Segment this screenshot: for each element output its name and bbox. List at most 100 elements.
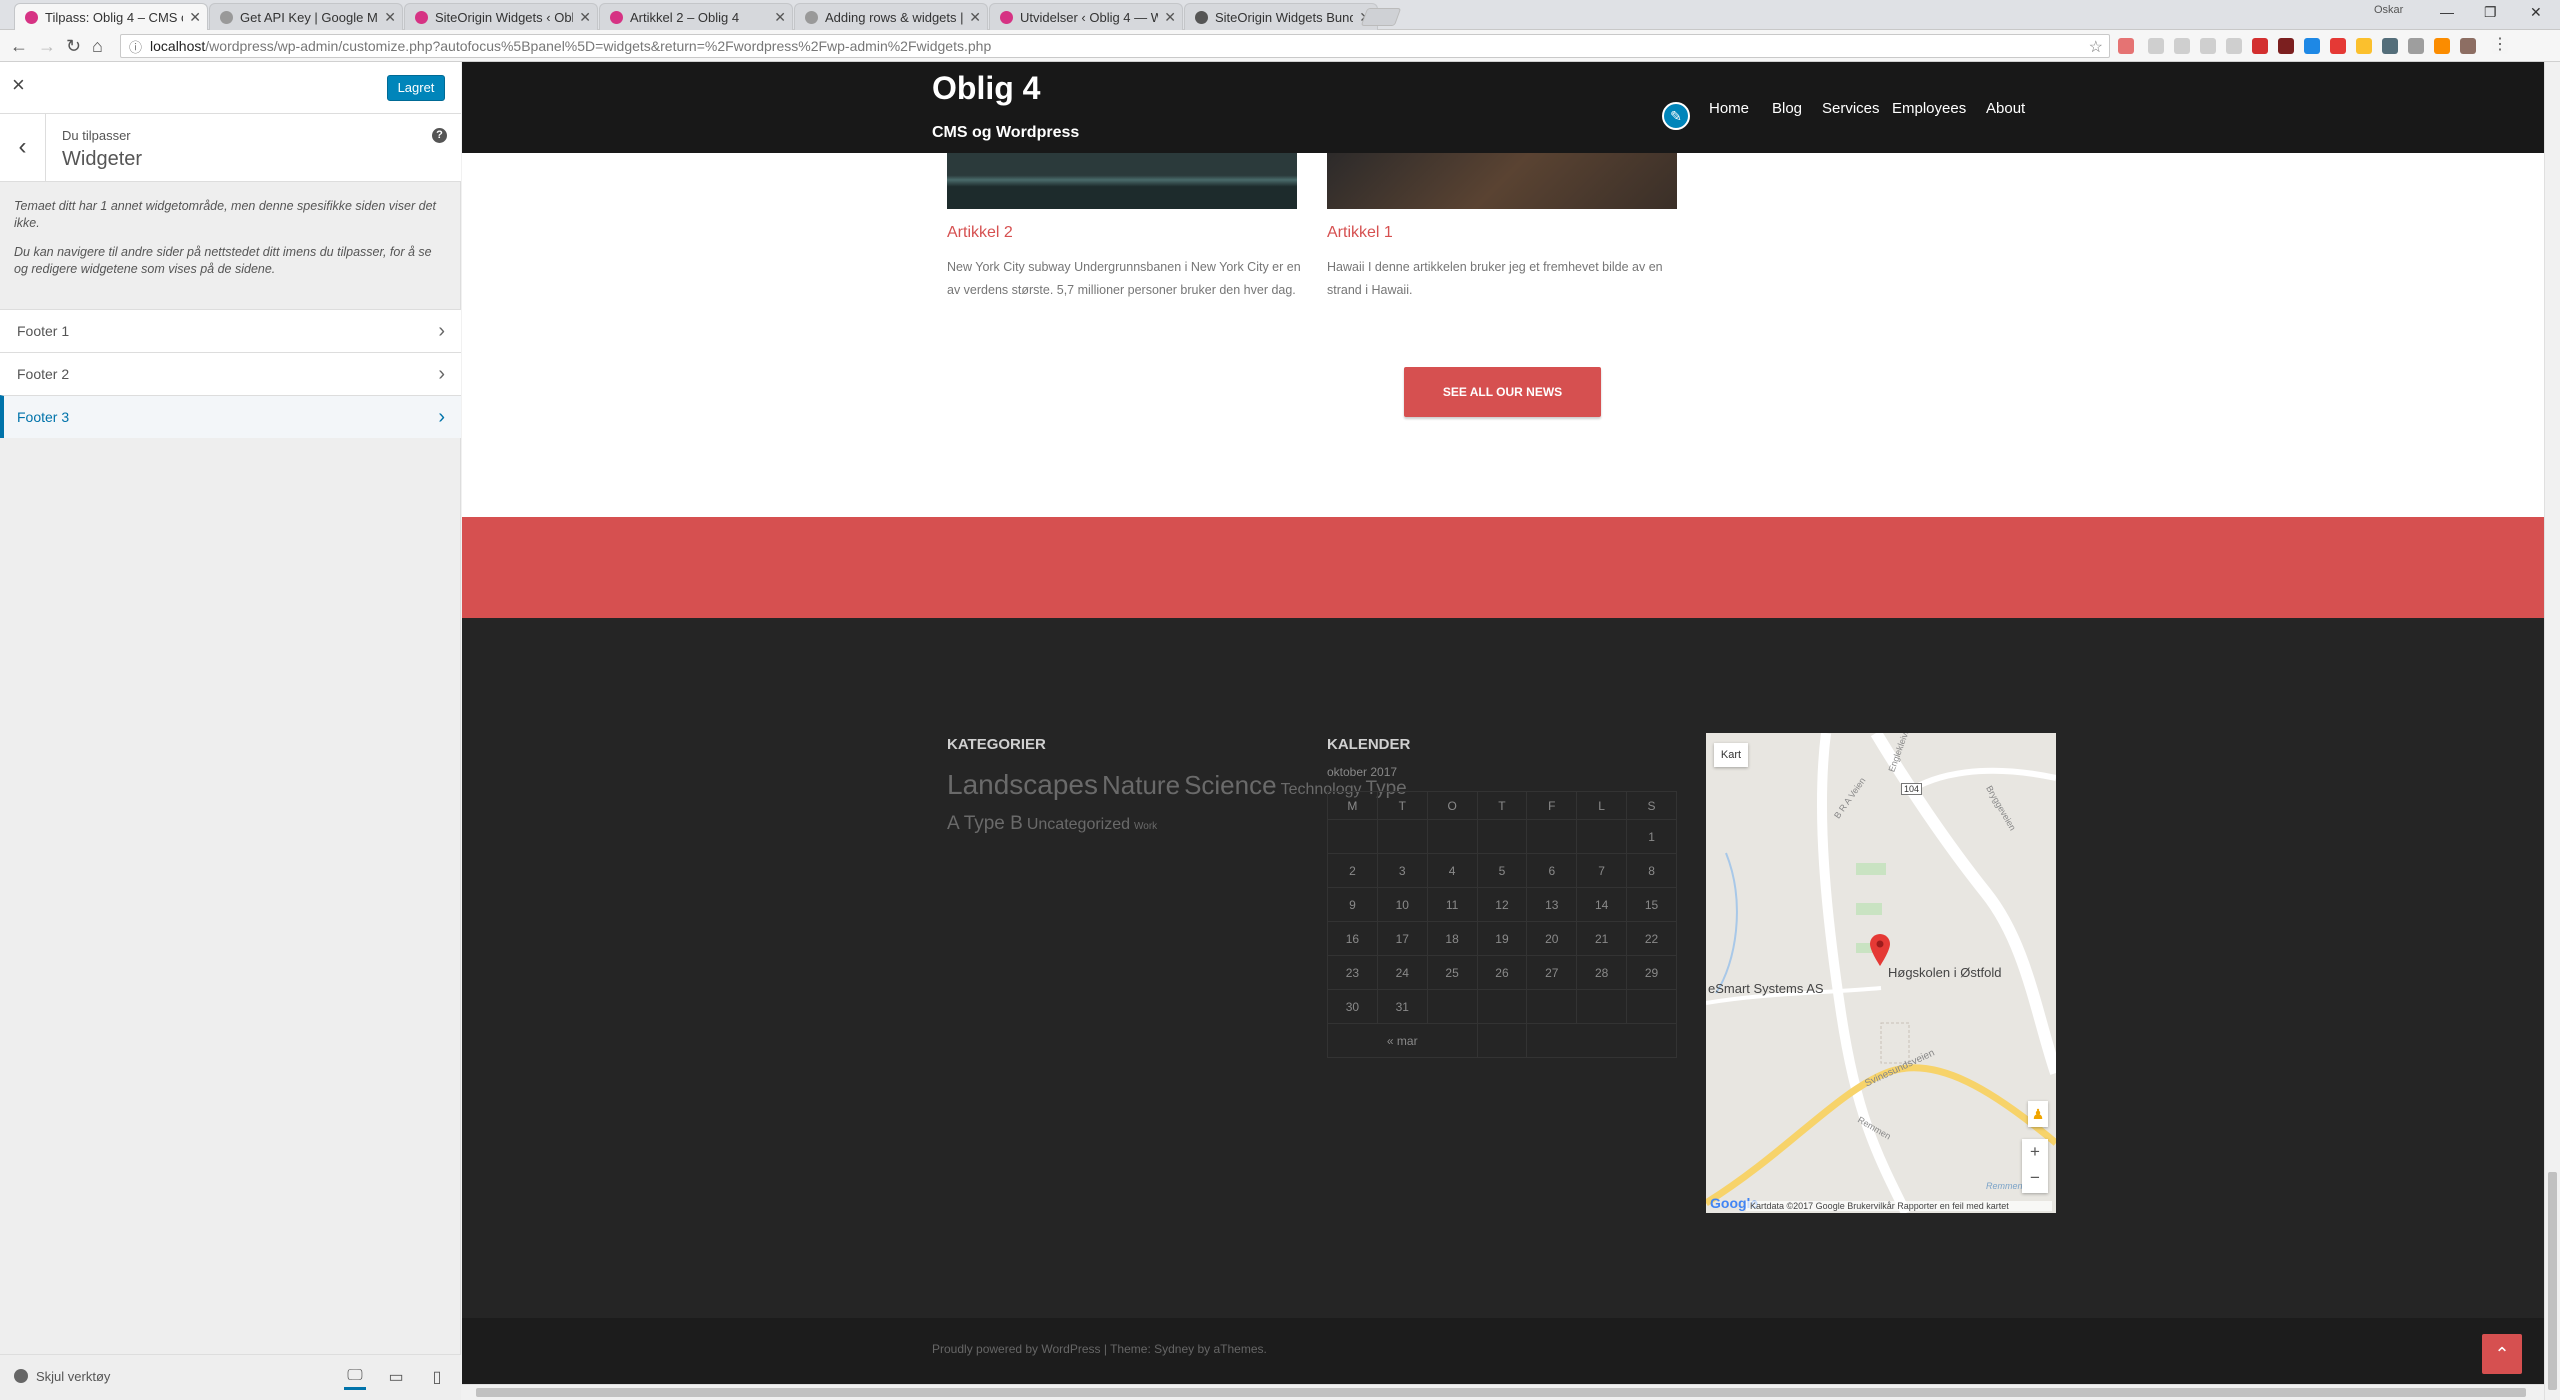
- see-all-news-button[interactable]: SEE ALL OUR NEWS: [1404, 367, 1601, 417]
- menu-item[interactable]: About: [1986, 100, 2025, 117]
- extension-icon[interactable]: [2408, 38, 2424, 54]
- scrollbar-thumb[interactable]: [476, 1388, 2526, 1397]
- back-icon[interactable]: ←: [10, 36, 28, 57]
- tag-link[interactable]: Work: [1134, 821, 1157, 832]
- save-button[interactable]: Lagret: [387, 75, 445, 101]
- tag-link[interactable]: Uncategorized: [1027, 816, 1130, 833]
- calendar-day: 15: [1626, 887, 1677, 922]
- bookmark-star-icon[interactable]: ☆: [2089, 37, 2103, 57]
- tag-link[interactable]: Landscapes: [947, 769, 1098, 800]
- post-title-link[interactable]: Artikkel 2: [947, 224, 1013, 242]
- new-tab-button[interactable]: [1360, 8, 1402, 26]
- tag-link[interactable]: Science: [1184, 770, 1277, 800]
- extension-icon[interactable]: [2148, 38, 2164, 54]
- menu-item[interactable]: Services: [1822, 100, 1880, 117]
- calendar-weekday: T: [1476, 791, 1528, 820]
- tab-close-icon[interactable]: ✕: [774, 9, 786, 26]
- calendar-weekday: O: [1426, 791, 1478, 820]
- post-thumbnail[interactable]: [947, 153, 1297, 209]
- help-icon[interactable]: ?: [432, 128, 447, 143]
- zoom-in-button[interactable]: +: [2022, 1139, 2048, 1165]
- menu-dots-icon[interactable]: ⋮: [2492, 37, 2508, 54]
- tab-close-icon[interactable]: ✕: [384, 9, 396, 26]
- browser-tab[interactable]: Tilpass: Oblig 4 – CMS og Wordpress ✕: [14, 3, 208, 31]
- calendar-day: 17: [1376, 921, 1428, 956]
- extension-icon[interactable]: [2118, 38, 2134, 54]
- tab-close-icon[interactable]: ✕: [579, 9, 591, 26]
- profile-label[interactable]: Oskar: [2374, 4, 2403, 16]
- address-bar[interactable]: ⓘ localhost/wordpress/wp-admin/customize…: [120, 34, 2110, 58]
- close-icon[interactable]: ×: [12, 72, 25, 98]
- desktop-preview-icon[interactable]: 🖵: [344, 1367, 366, 1390]
- scrollbar-thumb[interactable]: [2548, 1172, 2557, 1390]
- menu-item[interactable]: Employees: [1892, 100, 1966, 117]
- extension-icon[interactable]: [2252, 38, 2268, 54]
- widget-area-list: Footer 1 › Footer 2 › Footer 3 ›: [0, 309, 461, 438]
- calendar-prev-link[interactable]: « mar: [1327, 1023, 1478, 1058]
- browser-tab[interactable]: Get API Key | Google Maps ✕: [209, 3, 403, 30]
- tablet-preview-icon[interactable]: ▭: [385, 1367, 407, 1387]
- zoom-out-button[interactable]: −: [2022, 1165, 2048, 1191]
- calendar-day: [1476, 819, 1528, 854]
- calendar-day: 14: [1576, 887, 1628, 922]
- favicon-icon: [805, 10, 818, 24]
- widget-area-item[interactable]: Footer 3 ›: [0, 395, 461, 438]
- post-thumbnail[interactable]: [1327, 153, 1677, 209]
- tab-title: Utvidelser ‹ Oblig 4 — WordPress: [1020, 9, 1159, 25]
- extension-icon[interactable]: [2226, 38, 2242, 54]
- home-icon[interactable]: ⌂: [92, 36, 103, 57]
- maximize-icon[interactable]: ❐: [2484, 4, 2497, 21]
- calendar-weekday: M: [1327, 791, 1378, 820]
- extension-icon[interactable]: [2330, 38, 2346, 54]
- extension-icon[interactable]: [2460, 38, 2476, 54]
- forward-icon[interactable]: →: [38, 36, 56, 57]
- extension-icon[interactable]: [2200, 38, 2216, 54]
- reload-icon[interactable]: ↻: [66, 36, 81, 57]
- extension-icon[interactable]: [2382, 38, 2398, 54]
- extension-icon[interactable]: [2356, 38, 2372, 54]
- site-title[interactable]: Oblig 4: [932, 70, 1040, 107]
- map-type-button[interactable]: Kart: [1714, 743, 1748, 767]
- browser-tab[interactable]: SiteOrigin Widgets ‹ Oblig 4 ✕: [404, 3, 598, 30]
- tag-link[interactable]: Nature: [1102, 770, 1180, 800]
- menu-item[interactable]: Blog: [1772, 100, 1802, 117]
- vertical-scrollbar[interactable]: [2544, 62, 2560, 1400]
- browser-tab[interactable]: Utvidelser ‹ Oblig 4 — WordPress ✕: [989, 3, 1183, 30]
- browser-tab[interactable]: SiteOrigin Widgets Bundle✕: [1184, 3, 1378, 30]
- mobile-preview-icon[interactable]: ▯: [426, 1367, 448, 1387]
- tab-close-icon[interactable]: ✕: [189, 9, 201, 26]
- hide-controls-button[interactable]: Skjul verktøy: [14, 1369, 110, 1384]
- widget-area-item[interactable]: Footer 2 ›: [0, 352, 461, 395]
- calendar-table: MTOTFLS 1 2 3 4 5 6 7 8 9 10 11 12 13 14 15 16 17 18 19 20 2…: [1327, 791, 1677, 1058]
- widget-area-item[interactable]: Footer 1 ›: [0, 309, 461, 352]
- menu-item[interactable]: Home: [1709, 100, 1749, 117]
- horizontal-scrollbar[interactable]: [462, 1384, 2544, 1400]
- google-map[interactable]: Kart Høgskolen i Østfold eSmart Systems …: [1706, 733, 2056, 1213]
- tab-close-icon[interactable]: ✕: [1164, 9, 1176, 26]
- map-attribution[interactable]: Kartdata ©2017 Google Brukervilkår Rappo…: [1746, 1201, 2052, 1211]
- street-view-icon[interactable]: ♟: [2028, 1101, 2048, 1127]
- go-to-top-button[interactable]: ⌃: [2482, 1334, 2522, 1374]
- tab-close-icon[interactable]: ✕: [969, 9, 981, 26]
- calendar-day: 7: [1576, 853, 1628, 888]
- tag-link[interactable]: Type B: [964, 813, 1023, 834]
- browser-tab[interactable]: Artikkel 2 – Oblig 4 ✕: [599, 3, 793, 30]
- map-marker-icon[interactable]: [1869, 933, 1891, 967]
- extension-icon[interactable]: [2174, 38, 2190, 54]
- back-button[interactable]: ‹: [0, 114, 46, 182]
- extension-icon[interactable]: [2278, 38, 2294, 54]
- post-title-link[interactable]: Artikkel 1: [1327, 224, 1393, 242]
- calendar-day: 29: [1626, 955, 1677, 990]
- minimize-icon[interactable]: —: [2440, 4, 2454, 20]
- map-zoom-control: + −: [2022, 1139, 2048, 1193]
- footer-credits[interactable]: Proudly powered by WordPress | Theme: Sy…: [932, 1342, 1267, 1356]
- extension-icon[interactable]: [2304, 38, 2320, 54]
- edit-shortcut-icon[interactable]: ✎: [1662, 102, 1690, 130]
- window-close-icon[interactable]: ✕: [2530, 4, 2542, 21]
- browser-tab[interactable]: Adding rows & widgets | SiteOrigin ✕: [794, 3, 988, 30]
- tab-title: Tilpass: Oblig 4 – CMS og Wordpress: [45, 10, 183, 25]
- extension-icon[interactable]: [2434, 38, 2450, 54]
- page-info-icon[interactable]: ⓘ: [129, 37, 142, 56]
- post-excerpt: New York City subway Undergrunnsbanen i …: [947, 260, 1301, 297]
- tab-bar: Tilpass: Oblig 4 – CMS og Wordpress✕Get …: [0, 0, 2560, 31]
